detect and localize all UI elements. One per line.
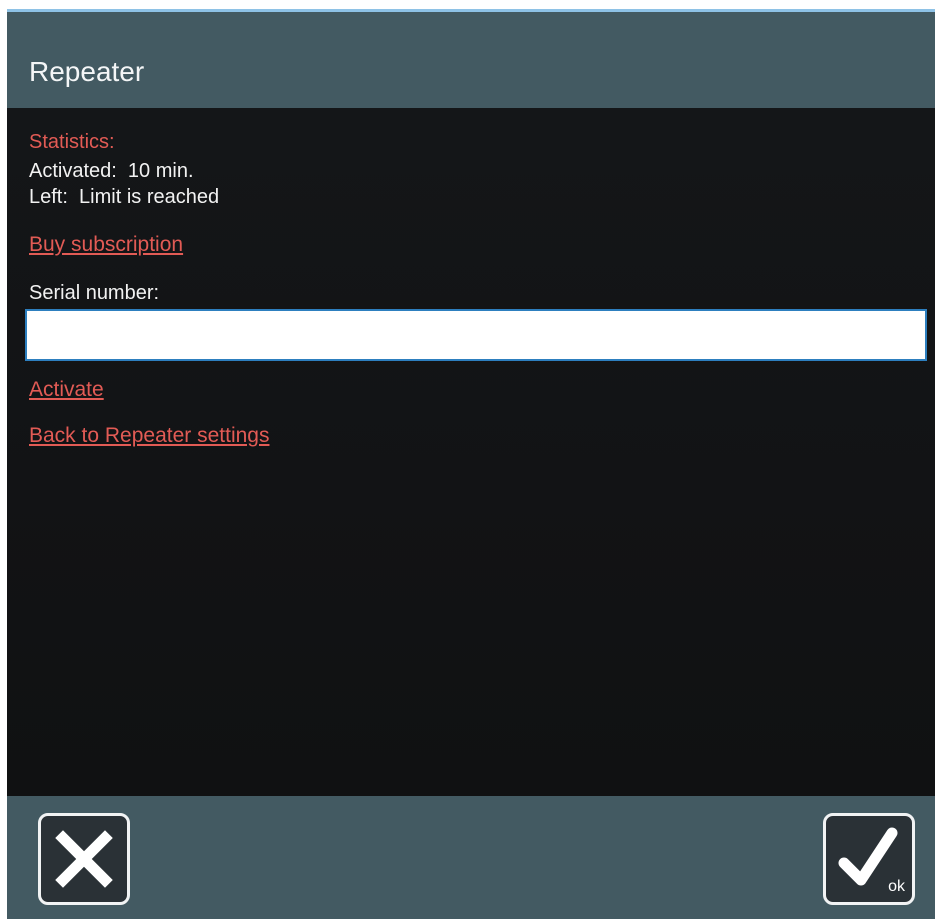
activated-stat: Activated: 10 min. [29,160,194,182]
left-stat: Left: Limit is reached [29,186,220,208]
dialog-footer: ok [7,796,935,919]
back-to-repeater-settings-link[interactable]: Back to Repeater settings [29,423,269,449]
statistics-heading: Statistics: [29,131,115,153]
ok-button[interactable]: ok [823,813,915,905]
dialog-header: Repeater [7,12,935,108]
activate-link[interactable]: Activate [29,377,104,403]
serial-number-input[interactable] [25,309,927,361]
dialog-content: Statistics: Activated: 10 min. Left: Lim… [7,108,935,796]
repeater-dialog: Repeater Statistics: Activated: 10 min. … [7,9,935,919]
ok-label: ok [888,878,905,895]
dialog-title: Repeater [29,56,145,87]
cancel-button[interactable] [38,813,130,905]
buy-subscription-link[interactable]: Buy subscription [29,232,183,258]
serial-number-label: Serial number: [29,282,160,304]
close-icon [55,830,113,888]
